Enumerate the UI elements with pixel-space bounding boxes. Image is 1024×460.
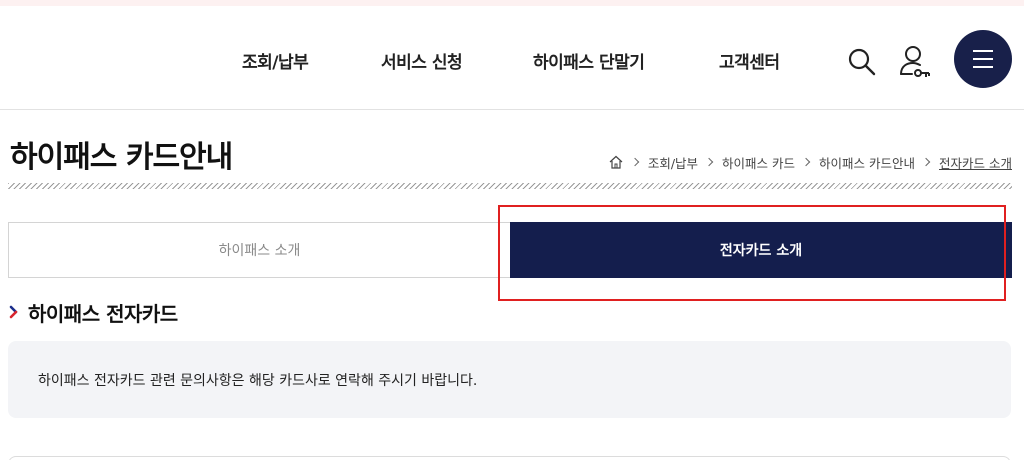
chevron-right-icon: [704, 157, 714, 167]
breadcrumb-item-inquiry-payment[interactable]: 조회/납부: [648, 153, 698, 172]
tab-e-card-intro[interactable]: 전자카드 소개: [510, 222, 1012, 278]
breadcrumb-item-card-guide[interactable]: 하이패스 카드안내: [819, 153, 915, 172]
tab-label: 하이패스 소개: [218, 243, 301, 259]
info-notice-box: 하이패스 전자카드 관련 문의사항은 해당 카드사로 연락해 주시기 바랍니다.: [8, 341, 1011, 418]
breadcrumb-item-current[interactable]: 전자카드 소개: [939, 153, 1012, 172]
chevron-right-icon: [921, 157, 931, 167]
nav-item-hipass-terminal[interactable]: 하이패스 단말기: [533, 48, 645, 73]
page-title: 하이패스 카드안내: [10, 140, 233, 175]
nav-item-service-application[interactable]: 서비스 신청: [381, 48, 463, 73]
section-title: 하이패스 전자카드: [28, 301, 178, 326]
nav-item-customer-center[interactable]: 고객센터: [719, 48, 780, 73]
tab-label: 전자카드 소개: [719, 243, 803, 259]
title-divider: [8, 183, 1012, 189]
site-header: 조회/납부 서비스 신청 하이패스 단말기 고객센터: [0, 6, 1024, 110]
breadcrumb: 조회/납부 하이패스 카드 하이패스 카드안내 전자카드 소개: [608, 152, 1012, 172]
search-icon: [848, 48, 876, 76]
chevron-right-icon: [801, 157, 811, 167]
section-heading: 하이패스 전자카드: [8, 297, 178, 327]
search-button[interactable]: [846, 46, 878, 78]
chevron-right-icon: [630, 157, 640, 167]
home-icon[interactable]: [608, 154, 624, 170]
breadcrumb-item-hipass-card[interactable]: 하이패스 카드: [722, 153, 795, 172]
login-button[interactable]: [898, 44, 932, 80]
chevron-bullet-icon: [9, 305, 18, 319]
info-text: 하이패스 전자카드 관련 문의사항은 해당 카드사로 연락해 주시기 바랍니다.: [38, 372, 478, 389]
user-icon: [900, 46, 930, 77]
menu-button[interactable]: [954, 30, 1012, 88]
tab-hipass-intro[interactable]: 하이패스 소개: [8, 222, 511, 278]
content-card-top: [8, 456, 1011, 460]
hamburger-menu-icon: [973, 50, 993, 68]
nav-item-inquiry-payment[interactable]: 조회/납부: [242, 48, 309, 73]
